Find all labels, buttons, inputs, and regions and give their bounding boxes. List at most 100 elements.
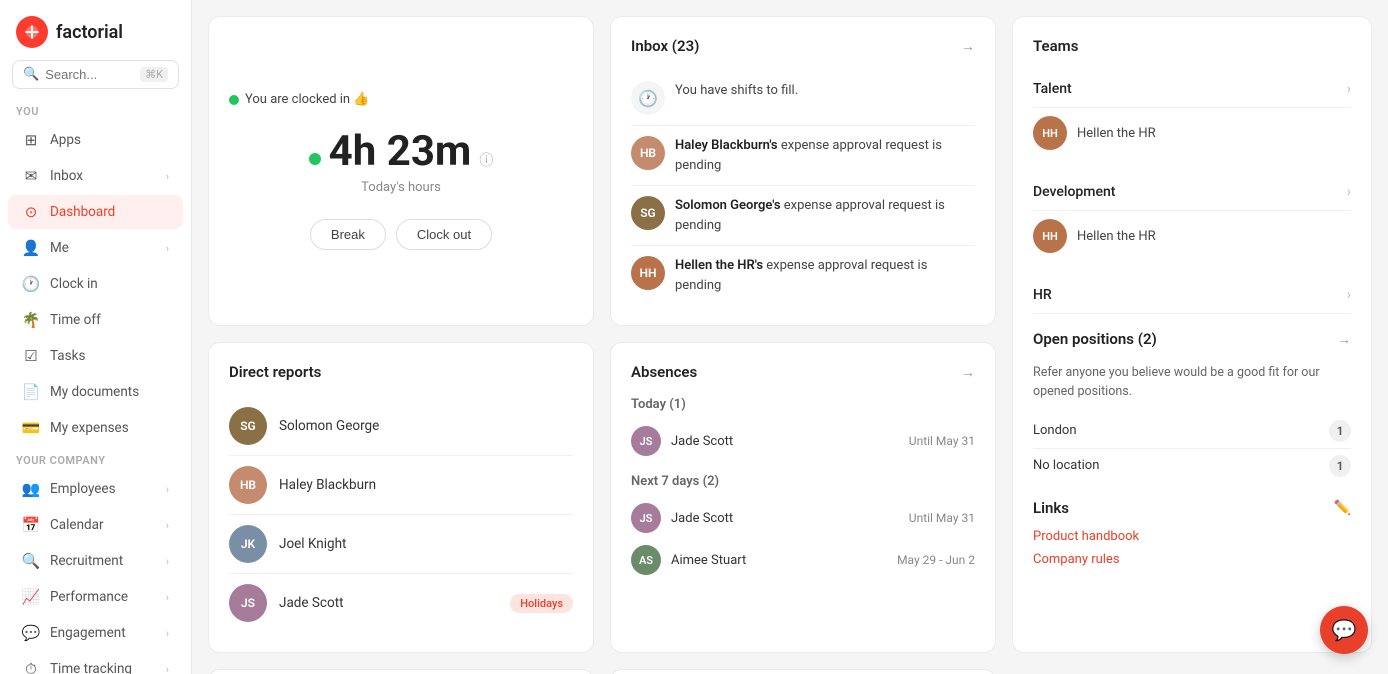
- employees-icon: 👥: [22, 480, 40, 498]
- search-bar[interactable]: 🔍 ⌘K: [12, 60, 179, 89]
- solomon-avatar: SG: [631, 196, 665, 230]
- sidebar-item-clock-in[interactable]: 🕐 Clock in: [8, 267, 183, 301]
- teams-card: Teams Talent › HH Hellen the HR Developm…: [1012, 16, 1372, 653]
- hr-section-header[interactable]: HR ›: [1033, 277, 1351, 314]
- report-item-jade[interactable]: JS Jade Scott Holidays: [229, 574, 573, 632]
- report-item-solomon[interactable]: SG Solomon George: [229, 397, 573, 456]
- main-content: You are clocked in 👍 4h 23m ⓘ Today's ho…: [192, 0, 1388, 674]
- sidebar-item-engagement[interactable]: 💬 Engagement ›: [8, 616, 183, 650]
- chevron-icon: ›: [166, 483, 169, 496]
- talent-name: Talent: [1033, 81, 1072, 97]
- solomon-report-avatar: SG: [229, 407, 267, 445]
- inbox-item-shifts[interactable]: 🕐 You have shifts to fill.: [631, 71, 975, 126]
- development-section-header[interactable]: Development ›: [1033, 174, 1351, 211]
- sidebar-item-time-off[interactable]: 🌴 Time off: [8, 303, 183, 337]
- jade2-absence-name: Jade Scott: [671, 511, 899, 526]
- sidebar-item-label: Time off: [50, 312, 169, 328]
- inbox-item-haley[interactable]: HB Haley Blackburn's expense approval re…: [631, 126, 975, 186]
- absence-jade-next7[interactable]: JS Jade Scott Until May 31: [631, 497, 975, 539]
- sidebar-item-label: Calendar: [50, 517, 156, 533]
- clock-status: You are clocked in 👍: [229, 92, 370, 107]
- documents-icon: 📄: [22, 383, 40, 401]
- link-product-handbook[interactable]: Product handbook: [1033, 529, 1351, 544]
- inbox-item-hellen[interactable]: HH Hellen the HR's expense approval requ…: [631, 246, 975, 305]
- inbox-icon: ✉: [22, 167, 40, 185]
- absences-arrow-icon[interactable]: →: [961, 364, 975, 381]
- link-company-rules[interactable]: Company rules: [1033, 552, 1351, 567]
- edit-icon[interactable]: ✏️: [1334, 500, 1351, 516]
- sidebar-item-dashboard[interactable]: ⊙ Dashboard: [8, 195, 183, 229]
- sidebar-item-inbox[interactable]: ✉ Inbox ›: [8, 159, 183, 193]
- sidebar-item-recruitment[interactable]: 🔍 Recruitment ›: [8, 544, 183, 578]
- clock-icon: 🕐: [22, 275, 40, 293]
- chat-icon: 💬: [1332, 618, 1357, 642]
- aimee-absence-avatar: AS: [631, 545, 661, 575]
- tasks-icon: ☑: [22, 347, 40, 365]
- links-section: Links ✏️ Product handbook Company rules: [1033, 499, 1351, 567]
- position-count: 1: [1329, 420, 1351, 442]
- jade2-absence-avatar: JS: [631, 503, 661, 533]
- sidebar-item-tasks[interactable]: ☑ Tasks: [8, 339, 183, 373]
- teams-section-development: Development › HH Hellen the HR: [1033, 174, 1351, 261]
- development-arrow-icon: ›: [1347, 184, 1351, 200]
- talent-member: HH Hellen the HR: [1033, 108, 1351, 158]
- sidebar-item-label: Time tracking: [50, 661, 156, 674]
- sidebar-item-label: Clock in: [50, 276, 169, 292]
- holidays-card: Holidays →: [208, 669, 594, 674]
- inbox-title: Inbox (23): [631, 37, 699, 55]
- absences-card: Absences → Today (1) JS Jade Scott Until…: [610, 342, 996, 653]
- direct-reports-card: Direct reports SG Solomon George HB Hale…: [208, 342, 594, 653]
- position-count: 1: [1329, 455, 1351, 477]
- talent-section-header[interactable]: Talent ›: [1033, 71, 1351, 108]
- dev-member-avatar: HH: [1033, 219, 1067, 253]
- teams-section-talent: Talent › HH Hellen the HR: [1033, 71, 1351, 158]
- sidebar-item-label: Me: [50, 240, 156, 256]
- absence-jade-today[interactable]: JS Jade Scott Until May 31: [631, 420, 975, 462]
- sidebar-item-my-expenses[interactable]: 💳 My expenses: [8, 411, 183, 445]
- report-item-haley[interactable]: HB Haley Blackburn: [229, 456, 573, 515]
- report-item-joel[interactable]: JK Joel Knight: [229, 515, 573, 574]
- sidebar-item-employees[interactable]: 👥 Employees ›: [8, 472, 183, 506]
- sidebar: factorial 🔍 ⌘K YOU ⊞ Apps ✉ Inbox › ⊙ Da…: [0, 0, 192, 674]
- chevron-icon: ›: [166, 242, 169, 255]
- inbox-item-text: Solomon George's expense approval reques…: [675, 196, 975, 235]
- inbox-arrow-icon[interactable]: →: [961, 38, 975, 55]
- sidebar-item-performance[interactable]: 📈 Performance ›: [8, 580, 183, 614]
- recruitment-icon: 🔍: [22, 552, 40, 570]
- jade-report-avatar: JS: [229, 584, 267, 622]
- sidebar-item-time-tracking[interactable]: ⏱ Time tracking ›: [8, 652, 183, 674]
- sidebar-item-my-documents[interactable]: 📄 My documents: [8, 375, 183, 409]
- break-button[interactable]: Break: [310, 219, 386, 250]
- sidebar-item-label: Employees: [50, 481, 156, 497]
- absences-header: Absences →: [631, 363, 975, 381]
- sidebar-item-apps[interactable]: ⊞ Apps: [8, 123, 183, 157]
- absence-aimee-next7[interactable]: AS Aimee Stuart May 29 - Jun 2: [631, 539, 975, 581]
- sidebar-item-label: Dashboard: [50, 204, 169, 220]
- positions-arrow-icon[interactable]: →: [1337, 331, 1351, 348]
- hr-name: HR: [1033, 287, 1052, 303]
- development-member: HH Hellen the HR: [1033, 211, 1351, 261]
- search-input[interactable]: [45, 67, 134, 82]
- jade-absence-avatar: JS: [631, 426, 661, 456]
- engagement-icon: 💬: [22, 624, 40, 642]
- jade-absence-name: Jade Scott: [671, 434, 899, 449]
- time-off-icon: 🌴: [22, 311, 40, 329]
- clock-out-button[interactable]: Clock out: [396, 219, 492, 250]
- links-header: Links ✏️: [1033, 499, 1351, 517]
- apps-icon: ⊞: [22, 131, 40, 149]
- aimee-absence-name: Aimee Stuart: [671, 553, 887, 568]
- holidays-badge: Holidays: [510, 594, 573, 613]
- sidebar-item-calendar[interactable]: 📅 Calendar ›: [8, 508, 183, 542]
- haley-avatar: HB: [631, 136, 665, 170]
- time-tracking-icon: ⏱: [22, 660, 40, 674]
- joel-report-avatar: JK: [229, 525, 267, 563]
- clock-time-display: 4h 23m ⓘ: [309, 127, 494, 176]
- logo-text: factorial: [56, 22, 123, 43]
- teams-section-hr: HR ›: [1033, 277, 1351, 314]
- chat-bubble[interactable]: 💬: [1320, 606, 1368, 654]
- sidebar-item-me[interactable]: 👤 Me ›: [8, 231, 183, 265]
- haley-name: Haley Blackburn: [279, 477, 573, 493]
- haley-report-avatar: HB: [229, 466, 267, 504]
- inbox-item-solomon[interactable]: SG Solomon George's expense approval req…: [631, 186, 975, 246]
- positions-section: Open positions (2) → Refer anyone you be…: [1033, 330, 1351, 483]
